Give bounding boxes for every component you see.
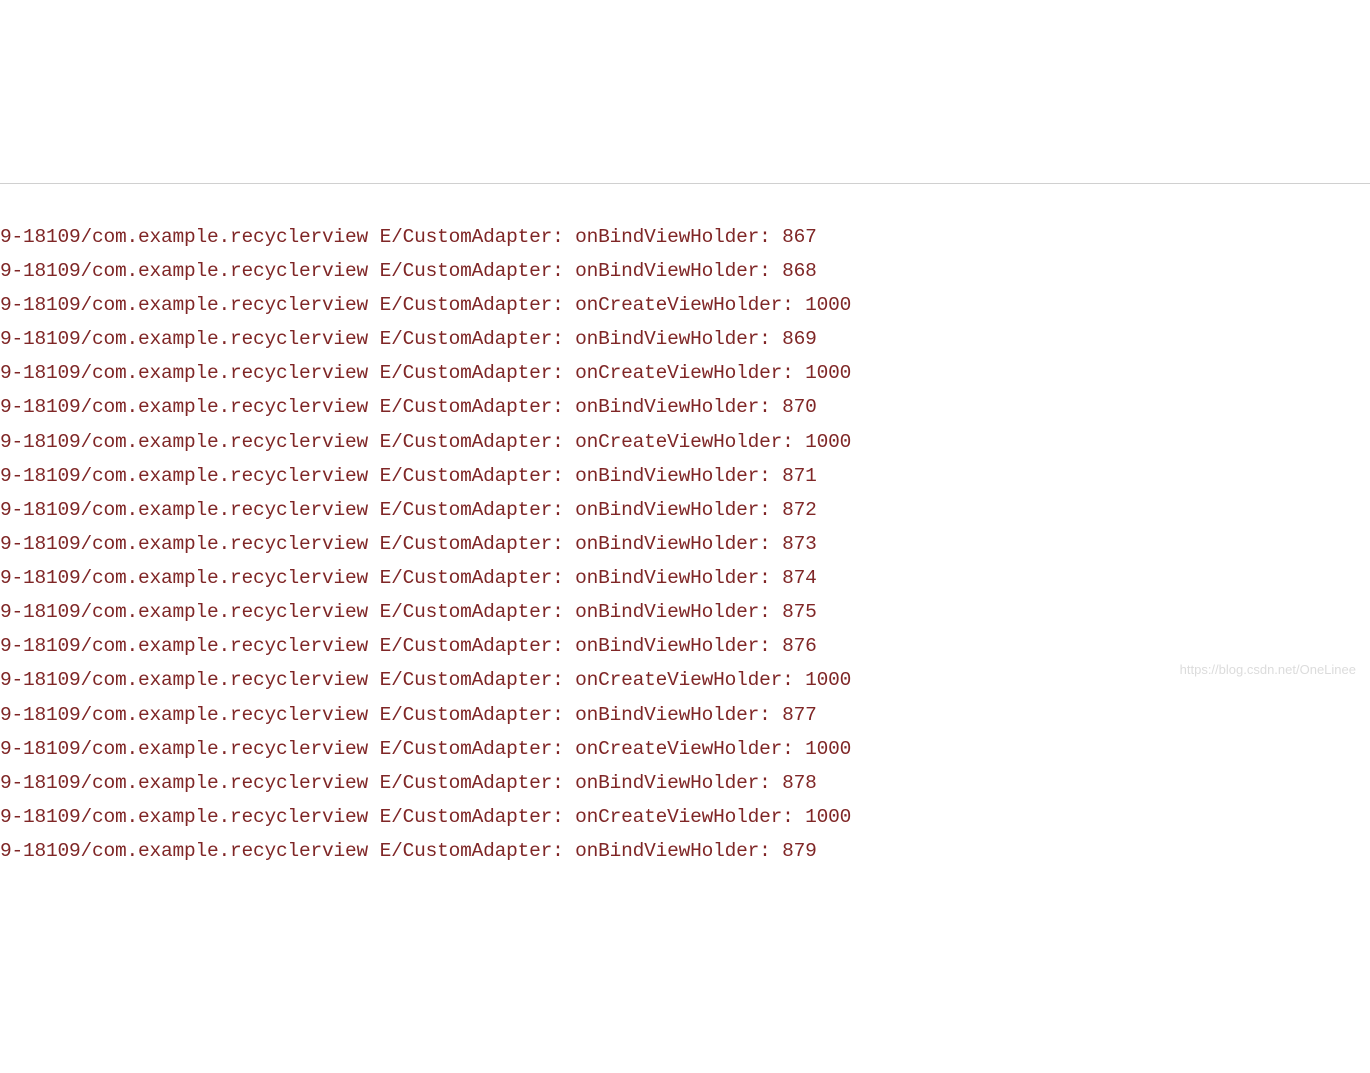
log-line: 9-18109/com.example.recyclerview E/Custo… bbox=[0, 698, 1370, 732]
log-line: 9-18109/com.example.recyclerview E/Custo… bbox=[0, 288, 1370, 322]
log-line: 9-18109/com.example.recyclerview E/Custo… bbox=[0, 561, 1370, 595]
log-line: 9-18109/com.example.recyclerview E/Custo… bbox=[0, 834, 1370, 868]
log-line: 9-18109/com.example.recyclerview E/Custo… bbox=[0, 220, 1370, 254]
log-line: 9-18109/com.example.recyclerview E/Custo… bbox=[0, 766, 1370, 800]
log-partial-top bbox=[0, 137, 1370, 143]
log-line: 9-18109/com.example.recyclerview E/Custo… bbox=[0, 595, 1370, 629]
log-line: 9-18109/com.example.recyclerview E/Custo… bbox=[0, 322, 1370, 356]
log-line: 9-18109/com.example.recyclerview E/Custo… bbox=[0, 356, 1370, 390]
log-line: 9-18109/com.example.recyclerview E/Custo… bbox=[0, 663, 1370, 697]
log-line: 9-18109/com.example.recyclerview E/Custo… bbox=[0, 254, 1370, 288]
log-line-partial bbox=[0, 137, 817, 143]
log-line: 9-18109/com.example.recyclerview E/Custo… bbox=[0, 629, 1370, 663]
log-line: 9-18109/com.example.recyclerview E/Custo… bbox=[0, 732, 1370, 766]
log-line: 9-18109/com.example.recyclerview E/Custo… bbox=[0, 459, 1370, 493]
log-line: 9-18109/com.example.recyclerview E/Custo… bbox=[0, 800, 1370, 834]
logcat-output[interactable]: 9-18109/com.example.recyclerview E/Custo… bbox=[0, 183, 1370, 869]
log-line: 9-18109/com.example.recyclerview E/Custo… bbox=[0, 425, 1370, 459]
log-line: 9-18109/com.example.recyclerview E/Custo… bbox=[0, 527, 1370, 561]
log-line: 9-18109/com.example.recyclerview E/Custo… bbox=[0, 493, 1370, 527]
watermark-text: https://blog.csdn.net/OneLinee bbox=[1180, 659, 1356, 682]
log-line: 9-18109/com.example.recyclerview E/Custo… bbox=[0, 390, 1370, 424]
